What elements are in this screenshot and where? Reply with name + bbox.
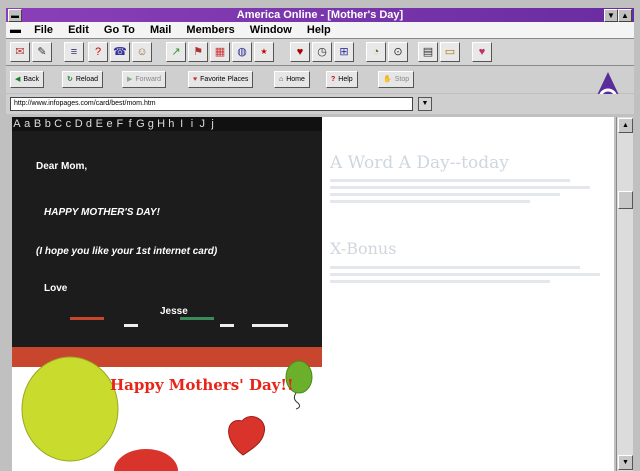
menu-mail[interactable]: Mail — [144, 22, 177, 38]
stop-button[interactable]: ✋ Stop — [378, 71, 415, 88]
chat-icon[interactable]: ☎ — [110, 42, 130, 62]
scroll-thumb[interactable] — [618, 191, 633, 209]
clock-icon[interactable]: ◷ — [312, 42, 332, 62]
back-arrow-icon: ◀ — [15, 76, 21, 83]
url-dropdown-icon[interactable]: ▼ — [418, 97, 432, 111]
alphabet-letter[interactable]: D — [74, 117, 84, 131]
alphabet-letter[interactable]: H — [156, 117, 166, 131]
alphabet-letter[interactable]: F — [115, 117, 125, 131]
minimize-icon[interactable]: ▼ — [604, 9, 618, 22]
menu-window[interactable]: Window — [244, 22, 298, 38]
reload-icon: ↻ — [67, 76, 73, 83]
alphabet-letter[interactable]: B — [33, 117, 43, 131]
card-greeting: Dear Mom, — [36, 161, 88, 172]
favorite-places-button[interactable]: ♥ Favorite Places — [188, 71, 254, 88]
address-bar: http://www.infopages.com/card/best/mom.h… — [6, 94, 634, 114]
forward-button[interactable]: ▶ Forward — [122, 71, 167, 88]
card-headline: HAPPY MOTHER'S DAY! — [44, 207, 160, 218]
alphabet-letter[interactable]: E — [94, 117, 104, 131]
alphabet-letter[interactable]: J — [197, 117, 207, 131]
scroll-down-icon[interactable]: ▼ — [618, 455, 633, 470]
favorite-places-icon: ♥ — [193, 76, 198, 83]
people-icon[interactable]: ☺ — [132, 42, 152, 62]
alphabet-letter[interactable]: g — [146, 117, 156, 131]
back-button[interactable]: ◀ Back — [10, 71, 44, 88]
alphabet-letter[interactable]: C — [53, 117, 63, 131]
card-closing: Love — [44, 283, 68, 294]
alphabet-letter[interactable]: b — [43, 117, 53, 131]
compose-icon[interactable]: ✎ — [32, 42, 52, 62]
doc-menu-icon[interactable]: ▬ — [6, 22, 25, 38]
scroll-up-icon[interactable]: ▲ — [618, 118, 633, 133]
background-heading-1: A Word A Day--today — [330, 153, 509, 173]
background-heading-2: X-Bonus — [330, 239, 397, 258]
menu-help[interactable]: Help — [301, 22, 337, 38]
alphabet-letter[interactable]: A — [12, 117, 22, 131]
help-nav-icon: ? — [331, 76, 336, 83]
menu-edit[interactable]: Edit — [62, 22, 95, 38]
menu-members[interactable]: Members — [180, 22, 240, 38]
happy-mothers-day-banner: Happy Mothers' Day!! — [110, 376, 294, 394]
heart-icon[interactable]: ♥ — [472, 42, 492, 62]
network-icon[interactable]: ⊞ — [334, 42, 354, 62]
folder-icon[interactable]: ▭ — [440, 42, 460, 62]
favorites-icon[interactable]: ♥ — [290, 42, 310, 62]
reload-button[interactable]: ↻ Reload — [62, 71, 104, 88]
help-icon[interactable]: ? — [88, 42, 108, 62]
bell-icon[interactable]: ◔ — [366, 42, 386, 62]
home-button[interactable]: ⌂ Home — [274, 71, 310, 88]
globe-icon[interactable]: ◍ — [232, 42, 252, 62]
menu-file[interactable]: File — [28, 22, 59, 38]
alphabet-letter[interactable]: I — [177, 117, 187, 131]
magnify-icon[interactable]: ⊙ — [388, 42, 408, 62]
card-note: (I hope you like your 1st internet card) — [36, 246, 218, 257]
alphabet-letter[interactable]: f — [125, 117, 135, 131]
page-content: A Word A Day--today X-Bonus AaBbCcDdEeFf… — [12, 117, 614, 471]
help-button[interactable]: ? Help — [326, 71, 358, 88]
print-icon[interactable]: ▤ — [418, 42, 438, 62]
greeting-card: Dear Mom, HAPPY MOTHER'S DAY! (I hope yo… — [12, 131, 322, 367]
alphabet-letter[interactable]: e — [105, 117, 115, 131]
home-icon: ⌂ — [279, 76, 284, 83]
menu-bar: ▬ File Edit Go To Mail Members Window He… — [6, 22, 634, 39]
alphabet-letter[interactable]: G — [136, 117, 146, 131]
stocks-icon[interactable]: ↗ — [166, 42, 186, 62]
card-signature: Jesse — [160, 306, 188, 317]
toolbar: ✉ ✎ ≡ ? ☎ ☺ ↗ ⚑ ▦ ◍ ★ ♥ ◷ ⊞ ◔ ⊙ ▤ ▭ ♥ — [6, 39, 634, 66]
navigation-bar: ◀ Back ↻ Reload ▶ Forward ♥ Favorite Places … — [6, 66, 634, 93]
forward-arrow-icon: ▶ — [127, 76, 133, 83]
maximize-icon[interactable]: ▲ — [618, 9, 632, 22]
alphabet-letter[interactable]: h — [166, 117, 176, 131]
title-bar: ▬ America Online - [Mother's Day] ▼ ▲ — [6, 8, 634, 22]
system-menu-icon[interactable]: ▬ — [8, 9, 22, 22]
menu-goto[interactable]: Go To — [98, 22, 141, 38]
window-title: America Online - [Mother's Day] — [236, 9, 404, 21]
vertical-scrollbar[interactable]: ▲ ▼ — [616, 117, 633, 471]
alphabet-letter[interactable]: d — [84, 117, 94, 131]
stop-icon: ✋ — [383, 76, 392, 83]
mailbox-icon[interactable]: ✉ — [10, 42, 30, 62]
text-icon[interactable]: ≡ — [64, 42, 84, 62]
alphabet-letter[interactable]: i — [187, 117, 197, 131]
new-icon[interactable]: ★ — [254, 42, 274, 62]
alphabet-letter[interactable]: a — [22, 117, 32, 131]
alphabet-letter[interactable]: j — [208, 117, 218, 131]
alphabet-letter[interactable]: c — [63, 117, 73, 131]
alphabet-strip: AaBbCcDdEeFfGgHhIiJj — [12, 117, 322, 131]
balloons-graphic — [21, 356, 313, 471]
background-page: A Word A Day--today X-Bonus — [330, 153, 614, 287]
url-input[interactable]: http://www.infopages.com/card/best/mom.h… — [10, 97, 413, 111]
sports-icon[interactable]: ⚑ — [188, 42, 208, 62]
news-icon[interactable]: ▦ — [210, 42, 230, 62]
